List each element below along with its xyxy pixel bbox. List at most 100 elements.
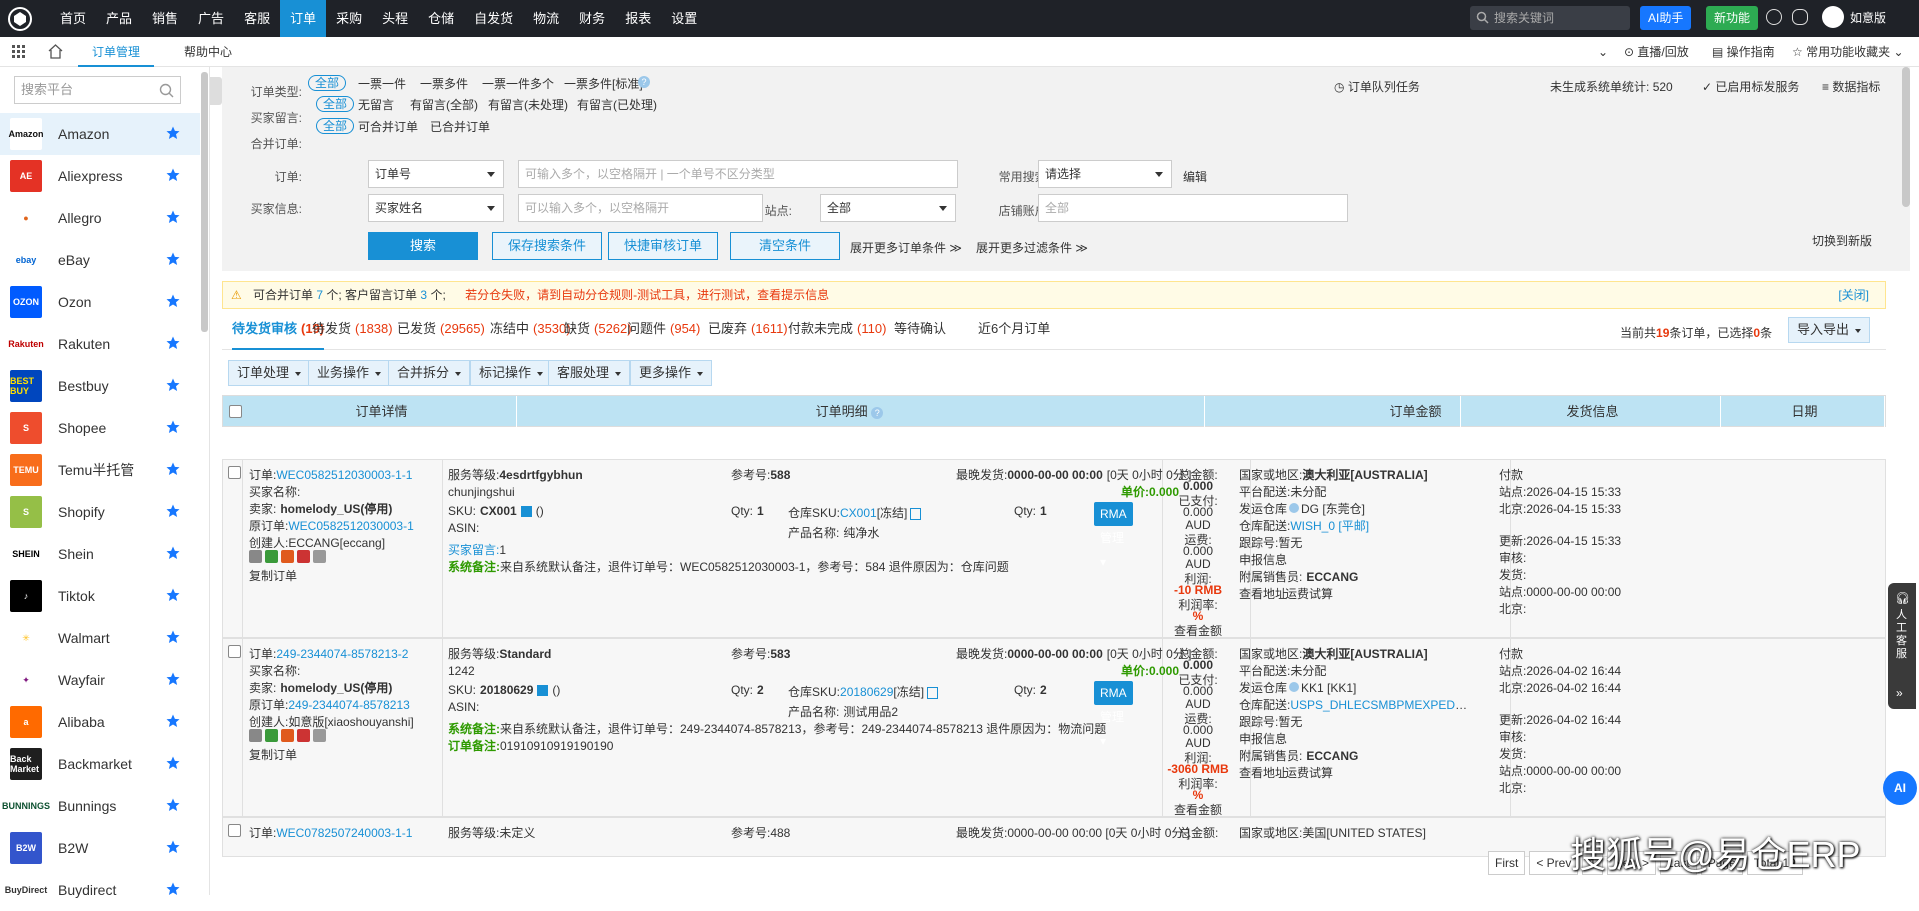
clock-icon[interactable]: [297, 550, 310, 563]
tab-order-status[interactable]: 已发货 (29565): [397, 314, 485, 350]
filter-option[interactable]: 有留言(未处理): [488, 96, 568, 113]
shop-account-input[interactable]: 全部: [1038, 194, 1348, 222]
common-search-select[interactable]: 请选择: [1038, 160, 1172, 188]
search-button[interactable]: 搜索: [368, 232, 478, 260]
rma-button[interactable]: RMA管理 ▾: [1094, 502, 1133, 569]
star-icon[interactable]: [166, 546, 180, 563]
warehouse-sku-link[interactable]: CX001: [840, 506, 877, 520]
tab-order-status[interactable]: 付款未完成 (110): [788, 314, 886, 350]
guide-link[interactable]: ▤ 操作指南: [1712, 37, 1775, 67]
view-address-link[interactable]: 查看地址: [1239, 585, 1287, 602]
tab-help-center[interactable]: 帮助中心: [170, 37, 246, 67]
print-icon[interactable]: [313, 729, 326, 742]
action-dropdown-button[interactable]: 合并拆分: [388, 360, 471, 386]
warehouse-shipping-link[interactable]: USPS_DHLECSMBPMEXPEDITED ...: [1290, 698, 1469, 712]
mergeable-count[interactable]: 7: [316, 288, 323, 302]
sidebar-item[interactable]: a Alibaba: [0, 701, 200, 743]
star-icon[interactable]: [166, 630, 180, 647]
filter-option[interactable]: 无留言: [358, 96, 394, 113]
tab-order-status[interactable]: 冻结中 (3530): [490, 314, 571, 350]
enabled-service-link[interactable]: ✓ 已启用标发服务: [1702, 78, 1799, 95]
order-number-link[interactable]: WEC0582512030003-1-1: [276, 468, 412, 482]
customer-service-float[interactable]: 🎧︎ 人工客服 »: [1888, 583, 1916, 709]
sidebar-collapse-handle[interactable]: [210, 77, 222, 105]
action-dropdown-button[interactable]: 标记操作: [470, 360, 553, 386]
star-icon[interactable]: [166, 714, 180, 731]
filter-option[interactable]: 一票多件[标准]: [564, 75, 643, 92]
filter-option[interactable]: 全部: [316, 96, 355, 112]
nav-item[interactable]: 自发货: [464, 0, 523, 37]
buyer-name-select[interactable]: 买家姓名: [368, 194, 504, 222]
copy-doc-icon[interactable]: [927, 686, 939, 699]
clock-icon[interactable]: [297, 729, 310, 742]
action-dropdown-button[interactable]: 业务操作: [308, 360, 391, 386]
barcode-icon[interactable]: [520, 506, 532, 518]
sidebar-item[interactable]: SHEIN Shein: [0, 533, 200, 575]
sidebar-item[interactable]: BUNNINGS Bunnings: [0, 785, 200, 827]
copy-doc-icon[interactable]: [910, 507, 922, 520]
import-export-button[interactable]: 导入导出: [1788, 317, 1871, 343]
tab-order-status[interactable]: 待发货审核 (19): [232, 314, 325, 350]
star-icon[interactable]: [166, 840, 180, 857]
sidebar-item[interactable]: ● Allegro: [0, 197, 200, 239]
original-order-link[interactable]: 249-2344074-8578213: [288, 698, 409, 712]
nav-item[interactable]: 头程: [372, 0, 418, 37]
live-replay-link[interactable]: ⊙ 直播/回放: [1624, 37, 1689, 67]
star-icon[interactable]: [166, 168, 180, 185]
copy-order-link[interactable]: 复制订单: [249, 567, 297, 584]
tab-order-status[interactable]: 已废弃 (1611): [708, 314, 788, 350]
data-index-link[interactable]: ≡ 数据指标: [1822, 78, 1880, 95]
switch-new-version-link[interactable]: 切换到新版: [1812, 232, 1872, 249]
tab-order-management[interactable]: 订单管理: [78, 37, 155, 67]
action-dropdown-button[interactable]: 订单处理: [228, 360, 311, 386]
filter-option[interactable]: 已合并订单: [430, 118, 490, 135]
info-icon[interactable]: [1289, 682, 1300, 692]
sidebar-item[interactable]: Rakuten Rakuten: [0, 323, 200, 365]
row-checkbox[interactable]: [228, 466, 241, 479]
nav-item[interactable]: 广告: [188, 0, 234, 37]
search-icon[interactable]: [249, 729, 262, 742]
apps-grid-icon[interactable]: [12, 45, 26, 59]
help-icon[interactable]: ?: [638, 76, 650, 88]
nav-item[interactable]: 仓储: [418, 0, 464, 37]
headset-icon[interactable]: [1792, 9, 1808, 25]
global-search-input[interactable]: 搜索关键词: [1470, 6, 1630, 30]
filter-option[interactable]: 有留言(全部): [410, 96, 478, 113]
nav-item[interactable]: 首页: [50, 0, 96, 37]
unsent-stat[interactable]: 未生成系统单统计: 520: [1550, 78, 1673, 95]
nav-item[interactable]: 销售: [142, 0, 188, 37]
pager-item[interactable]: First: [1488, 851, 1526, 875]
nav-item[interactable]: 采购: [326, 0, 372, 37]
amount-view[interactable]: 查看金额: [1165, 801, 1231, 818]
quick-audit-button[interactable]: 快捷审核订单: [608, 232, 718, 260]
edit-link[interactable]: 编辑: [1183, 168, 1207, 185]
ship-user-link[interactable]: 1242: [448, 664, 475, 678]
sidebar-item[interactable]: ✦ Wayfair: [0, 659, 200, 701]
money-bag-icon[interactable]: [281, 729, 294, 742]
row-checkbox[interactable]: [228, 645, 241, 658]
ai-assistant-button[interactable]: AI助手: [1640, 6, 1692, 30]
tab-order-status[interactable]: 近6个月订单: [978, 314, 1054, 350]
platform-search-input[interactable]: 搜索平台: [14, 76, 181, 104]
sidebar-item[interactable]: AE Aliexpress: [0, 155, 200, 197]
page-scrollbar[interactable]: [1902, 67, 1910, 207]
filter-option[interactable]: 一票一件多个: [482, 75, 554, 92]
freight-estimate-link[interactable]: 运费试算: [1285, 585, 1333, 602]
chevron-down-icon[interactable]: ⌄: [1598, 37, 1608, 67]
star-icon[interactable]: [166, 126, 180, 143]
new-feature-button[interactable]: 新功能: [1706, 6, 1759, 30]
original-order-link[interactable]: WEC0582512030003-1: [288, 519, 413, 533]
freight-estimate-link[interactable]: 运费试算: [1285, 764, 1333, 781]
sidebar-item[interactable]: Back Market Backmarket: [0, 743, 200, 785]
star-icon[interactable]: [166, 336, 180, 353]
buyer-message-label[interactable]: 买家留言:: [448, 543, 499, 557]
edit-icon[interactable]: [265, 729, 278, 742]
sidebar-item[interactable]: Amazon Amazon: [0, 113, 200, 155]
nav-item[interactable]: 产品: [96, 0, 142, 37]
sidebar-item[interactable]: B2W B2W: [0, 827, 200, 869]
alert-close-link[interactable]: [关闭]: [1838, 282, 1869, 308]
message-count[interactable]: 3: [420, 288, 427, 302]
star-icon[interactable]: [166, 588, 180, 605]
favorites-link[interactable]: ☆ 常用功能收藏夹 ⌄: [1792, 37, 1904, 67]
tab-order-status[interactable]: 问题件 (954): [627, 314, 700, 350]
